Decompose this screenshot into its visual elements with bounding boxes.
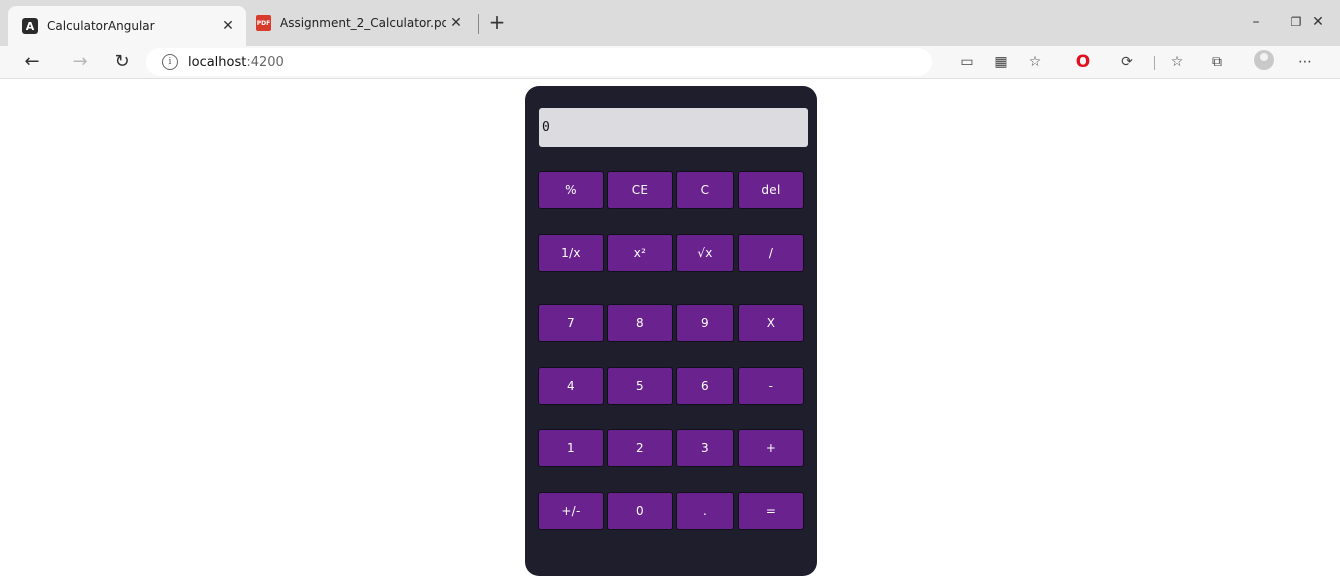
angular-icon: A bbox=[22, 18, 38, 34]
decimal-point-key[interactable]: . bbox=[676, 492, 734, 530]
digit-7-key[interactable]: 7 bbox=[538, 304, 604, 342]
digit-6-key[interactable]: 6 bbox=[676, 367, 734, 405]
percent-key[interactable]: % bbox=[538, 171, 604, 209]
digit-4-key[interactable]: 4 bbox=[538, 367, 604, 405]
digit-0-key[interactable]: 0 bbox=[607, 492, 673, 530]
subtract-key[interactable]: - bbox=[738, 367, 804, 405]
clear-key[interactable]: C bbox=[676, 171, 734, 209]
pdf-icon: PDF bbox=[256, 15, 271, 31]
tab-title: Assignment_2_Calculator.pdf bbox=[280, 16, 446, 30]
site-info-icon[interactable]: i bbox=[162, 54, 178, 70]
tab-strip: A CalculatorAngular ✕ PDF Assignment_2_C… bbox=[0, 0, 1340, 46]
square-root-key[interactable]: √x bbox=[676, 234, 734, 272]
opera-extension-icon[interactable]: O bbox=[1072, 51, 1094, 73]
url-host: localhost bbox=[188, 54, 247, 70]
new-tab-button[interactable]: + bbox=[486, 10, 508, 34]
reciprocal-key[interactable]: 1/x bbox=[538, 234, 604, 272]
digit-1-key[interactable]: 1 bbox=[538, 429, 604, 467]
url-port: :4200 bbox=[246, 54, 284, 70]
digit-8-key[interactable]: 8 bbox=[607, 304, 673, 342]
forward-arrow-icon[interactable]: → bbox=[68, 50, 92, 74]
digit-9-key[interactable]: 9 bbox=[676, 304, 734, 342]
back-arrow-icon[interactable]: ← bbox=[20, 50, 44, 74]
browser-toolbar: ← → ↻ i localhost:4200 ▭ ▦ ☆ O ⟳ ☆ ⧉ ⋯ bbox=[0, 46, 1340, 79]
calculator: 0 % CE C del 1/x x² √x / 7 8 9 X 4 5 6 -… bbox=[525, 86, 817, 576]
digit-2-key[interactable]: 2 bbox=[607, 429, 673, 467]
close-tab-icon[interactable]: ✕ bbox=[446, 15, 466, 31]
app-available-icon[interactable]: ▭ bbox=[956, 51, 978, 73]
refresh-icon[interactable]: ↻ bbox=[110, 50, 134, 74]
close-window-button[interactable]: ✕ bbox=[1296, 10, 1340, 34]
delete-key[interactable]: del bbox=[738, 171, 804, 209]
favorites-icon[interactable]: ☆ bbox=[1166, 51, 1188, 73]
multiply-key[interactable]: X bbox=[738, 304, 804, 342]
digit-3-key[interactable]: 3 bbox=[676, 429, 734, 467]
tab-divider bbox=[478, 14, 479, 34]
tab-assignment-pdf[interactable]: PDF Assignment_2_Calculator.pdf ✕ bbox=[250, 8, 474, 38]
collections-icon[interactable]: ⧉ bbox=[1206, 51, 1228, 73]
tab-title: CalculatorAngular bbox=[47, 19, 155, 33]
close-tab-icon[interactable]: ✕ bbox=[218, 18, 238, 34]
clear-entry-key[interactable]: CE bbox=[607, 171, 673, 209]
negate-key[interactable]: +/- bbox=[538, 492, 604, 530]
add-favorite-icon[interactable]: ☆ bbox=[1024, 51, 1046, 73]
add-key[interactable]: + bbox=[738, 429, 804, 467]
toolbar-divider bbox=[1154, 56, 1155, 70]
divide-key[interactable]: / bbox=[738, 234, 804, 272]
minimize-button[interactable]: – bbox=[1236, 10, 1276, 34]
equals-key[interactable]: = bbox=[738, 492, 804, 530]
address-bar[interactable]: i localhost:4200 bbox=[146, 48, 932, 76]
extensions-icon[interactable]: ⟳ bbox=[1116, 51, 1138, 73]
profile-avatar[interactable] bbox=[1254, 50, 1274, 70]
square-key[interactable]: x² bbox=[607, 234, 673, 272]
calculator-display: 0 bbox=[539, 108, 808, 147]
more-menu-icon[interactable]: ⋯ bbox=[1294, 51, 1316, 73]
qr-code-icon[interactable]: ▦ bbox=[990, 51, 1012, 73]
tab-calculator-angular[interactable]: A CalculatorAngular ✕ bbox=[8, 6, 246, 46]
digit-5-key[interactable]: 5 bbox=[607, 367, 673, 405]
